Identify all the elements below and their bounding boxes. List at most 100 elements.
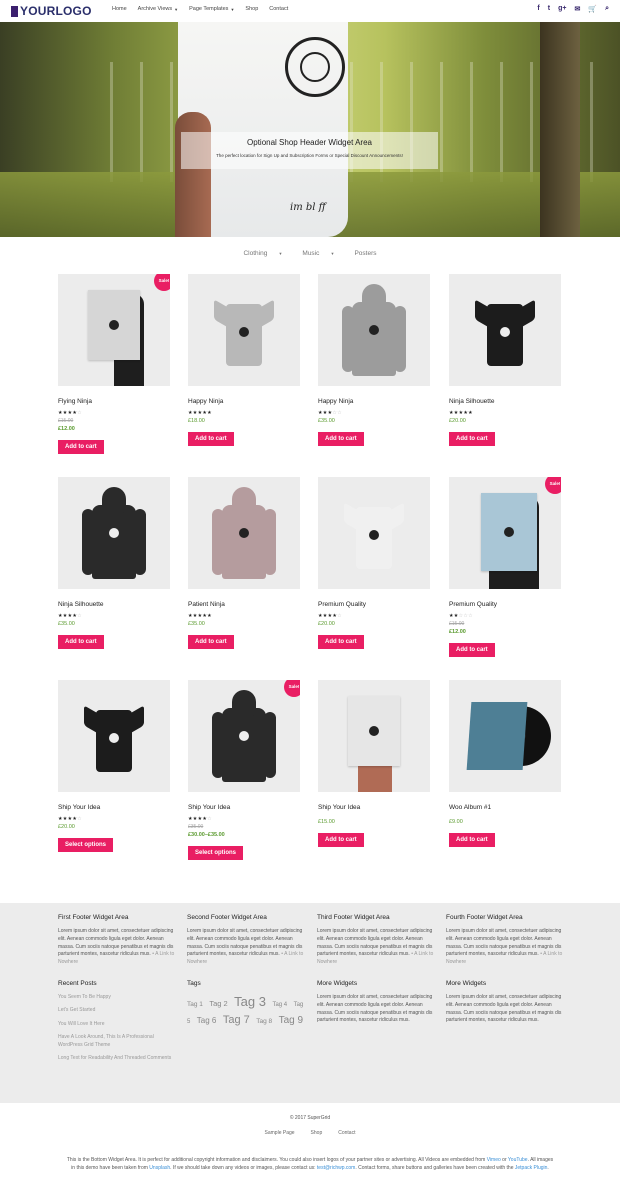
category-music[interactable]: Music ▼ [297, 250, 339, 257]
hoodie-part-head [102, 487, 126, 513]
product-image[interactable]: Sale! [58, 274, 170, 386]
add-to-cart-button[interactable]: Add to cart [188, 432, 234, 446]
add-to-cart-button[interactable]: Add to cart [449, 833, 495, 847]
recent-posts-list: You Seem To Be Happy Let's Get Started You… [58, 994, 178, 1063]
product-title[interactable]: Ninja Silhouette [449, 398, 561, 405]
nav-item-page-templates[interactable]: Page Templates ▼ [189, 6, 234, 12]
product-image[interactable] [318, 274, 430, 386]
bottom-nav-item[interactable]: Sample Page [265, 1130, 295, 1136]
product-title[interactable]: Premium Quality [318, 601, 430, 608]
recent-post-link[interactable]: Let's Get Started [58, 1007, 178, 1015]
category-nav: Clothing ▼ Music ▼ Posters [0, 250, 620, 257]
footer-col-4: Fourth Footer Widget Area Lorem ipsum do… [446, 914, 566, 1025]
add-to-cart-button[interactable]: Add to cart [449, 432, 495, 446]
product-price: £20.00 [58, 824, 75, 830]
unsplash-link[interactable]: Unsplash [149, 1165, 170, 1171]
rating-stars: ★★★☆☆ [318, 410, 342, 416]
add-to-cart-button[interactable]: Add to cart [318, 833, 364, 847]
tag-link[interactable]: Tag 7 [223, 1014, 250, 1026]
nav-item-label: Contact [269, 6, 289, 12]
recent-post-link[interactable]: Long Text for Readability And Threaded C… [58, 1055, 178, 1063]
category-posters[interactable]: Posters [349, 250, 381, 257]
hoodie-shape [342, 284, 406, 376]
bottom-nav: Sample Page Shop Contact [0, 1130, 620, 1136]
nav-item-contact[interactable]: Contact [269, 6, 288, 12]
site-logo[interactable]: YOURLOGO [11, 4, 92, 18]
facebook-icon[interactable]: f [537, 5, 539, 13]
add-to-cart-button[interactable]: Add to cart [58, 635, 104, 649]
sale-badge: Sale! [545, 477, 561, 494]
copyright: © 2017 SuperGrid [289, 1115, 331, 1121]
search-icon[interactable]: ⌕ [605, 5, 609, 13]
product-image[interactable] [318, 477, 430, 589]
product-title[interactable]: Ship Your Idea [58, 804, 170, 811]
twitter-icon[interactable]: t [548, 5, 550, 13]
product-title[interactable]: Ship Your Idea [188, 804, 300, 811]
product-title[interactable]: Ship Your Idea [318, 804, 430, 811]
footer-widget-title: Third Footer Widget Area [317, 914, 390, 921]
product-title[interactable]: Ninja Silhouette [58, 601, 170, 608]
product-card: Happy Ninja ★★★★★ £18.00 Add to cart [188, 274, 300, 446]
googleplus-icon[interactable]: g+ [558, 5, 566, 13]
footer-widget-text: Lorem ipsum dolor sit amet, consectetuer… [58, 928, 175, 966]
tag-link[interactable]: Tag 1 [187, 1001, 203, 1008]
tag-link[interactable]: Tag 4 [272, 1002, 287, 1008]
category-clothing[interactable]: Clothing ▼ [238, 250, 287, 257]
product-title[interactable]: Flying Ninja [58, 398, 170, 405]
product-image[interactable] [188, 477, 300, 589]
add-to-cart-button[interactable]: Add to cart [318, 432, 364, 446]
print-logo [109, 528, 119, 538]
bottom-nav-item[interactable]: Contact [338, 1130, 355, 1136]
product-old-price: £15.00 [58, 418, 74, 424]
rating-stars: ★★★★☆ [188, 816, 212, 822]
select-options-button[interactable]: Select options [58, 838, 114, 852]
sale-badge: Sale! [284, 680, 300, 697]
select-options-button[interactable]: Select options [188, 846, 244, 860]
recent-post-link[interactable]: You Will Love It Here [58, 1021, 178, 1029]
product-title[interactable]: Happy Ninja [188, 398, 300, 405]
bottom-nav-item[interactable]: Shop [311, 1130, 323, 1136]
recent-post-link[interactable]: You Seem To Be Happy [58, 994, 178, 1002]
product-title[interactable]: Patient Ninja [188, 601, 300, 608]
add-to-cart-button[interactable]: Add to cart [318, 635, 364, 649]
nav-item-shop[interactable]: Shop [245, 6, 258, 12]
product-image[interactable] [449, 274, 561, 386]
nav-item-archive-views[interactable]: Archive Views ▼ [138, 6, 178, 12]
product-image[interactable] [58, 477, 170, 589]
product-title[interactable]: Woo Album #1 [449, 804, 561, 811]
hoodie-shape [212, 690, 276, 782]
footer-widget-text: Lorem ipsum dolor sit amet, consectetuer… [187, 928, 304, 966]
tag-cloud: Tag 1 Tag 2 Tag 3 Tag 4 Tag 5 Tag 6 Tag … [187, 994, 307, 1029]
jetpack-link[interactable]: Jetpack Plugin [515, 1165, 548, 1171]
email-link[interactable]: test@richwp.com [317, 1165, 355, 1171]
tag-link[interactable]: Tag 8 [256, 1018, 272, 1025]
product-price: £15.00 [318, 819, 335, 825]
product-image[interactable]: Sale! [449, 477, 561, 589]
product-title[interactable]: Happy Ninja [318, 398, 430, 405]
hero-widget-box: Optional Shop Header Widget Area The per… [181, 132, 438, 169]
tag-link[interactable]: Tag 2 [209, 999, 227, 1008]
print-logo [239, 731, 249, 741]
add-to-cart-button[interactable]: Add to cart [449, 643, 495, 657]
vimeo-link[interactable]: Vimeo [487, 1157, 501, 1163]
youtube-link[interactable]: YouTube [508, 1157, 528, 1163]
email-icon[interactable]: ✉ [574, 5, 580, 13]
tag-link[interactable]: Tag 6 [197, 1016, 217, 1025]
product-image[interactable] [449, 680, 561, 792]
product-image[interactable] [188, 274, 300, 386]
more-widgets-title: More Widgets [446, 979, 487, 987]
footer-col-3: Third Footer Widget Area Lorem ipsum dol… [317, 914, 437, 1025]
add-to-cart-button[interactable]: Add to cart [58, 440, 104, 454]
product-image[interactable] [58, 680, 170, 792]
product-image[interactable] [318, 680, 430, 792]
cart-icon[interactable]: 🛒 [588, 5, 597, 13]
social-icons: f t g+ ✉ 🛒 ⌕ [529, 5, 609, 13]
nav-item-home[interactable]: Home [112, 6, 127, 12]
tag-link[interactable]: Tag 9 [279, 1015, 303, 1026]
add-to-cart-button[interactable]: Add to cart [188, 635, 234, 649]
product-image[interactable]: Sale! [188, 680, 300, 792]
product-title[interactable]: Premium Quality [449, 601, 561, 608]
hero-script-text: im bl ff [290, 202, 326, 213]
tag-link[interactable]: Tag 3 [234, 994, 266, 1009]
recent-post-link[interactable]: Have A Look Around, This Is A Profession… [58, 1034, 178, 1050]
